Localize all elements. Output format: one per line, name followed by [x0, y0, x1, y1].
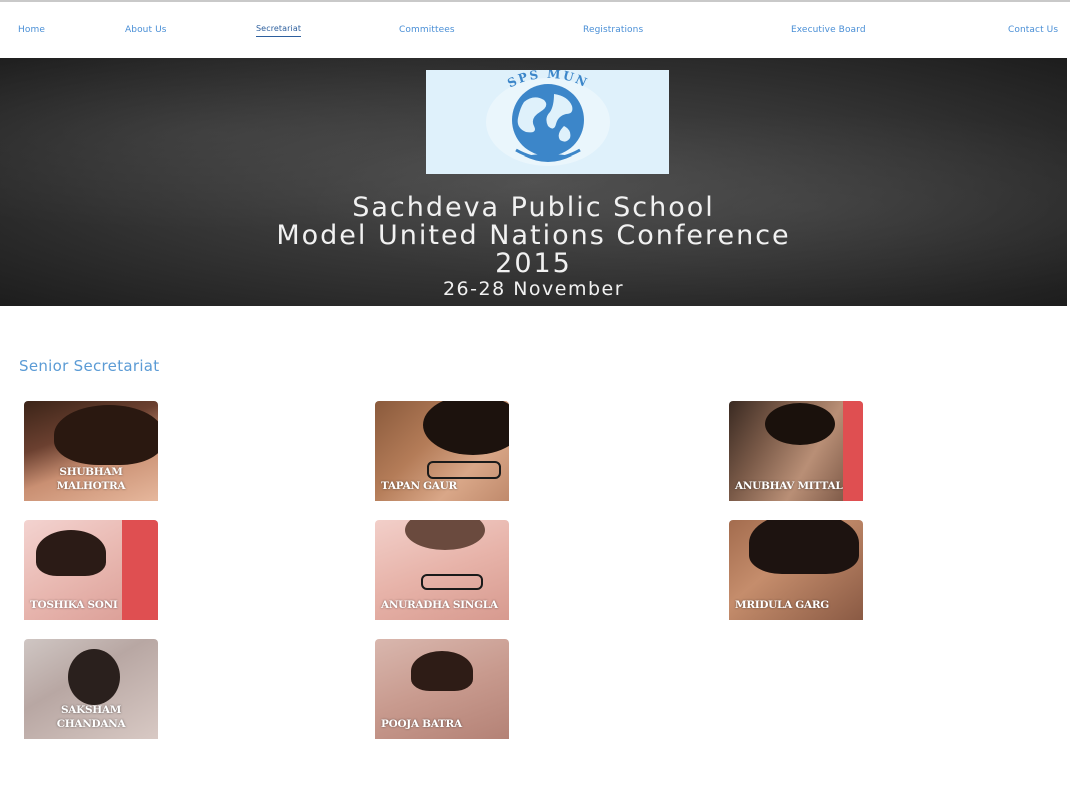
nav-about-us[interactable]: About Us	[125, 25, 167, 35]
nav-committees[interactable]: Committees	[399, 25, 455, 35]
nav-registrations[interactable]: Registrations	[583, 25, 643, 35]
banner-conference-name: Model United Nations Conference	[276, 220, 791, 251]
member-card[interactable]: TOSHIKA SONI	[24, 520, 158, 620]
member-card[interactable]: ANUBHAV MITTAL	[729, 401, 863, 501]
member-card[interactable]: SHUBHAM MALHOTRA	[24, 401, 158, 501]
member-card[interactable]: ANURADHA SINGLA	[375, 520, 509, 620]
section-heading: Senior Secretariat	[19, 357, 160, 375]
member-name: ANUBHAV MITTAL	[735, 480, 843, 492]
main-nav: Home About Us Secretariat Committees Reg…	[0, 2, 1070, 58]
nav-executive-board[interactable]: Executive Board	[791, 25, 866, 35]
member-card[interactable]: SAKSHAM CHANDANA	[24, 639, 158, 739]
member-card[interactable]: POOJA BATRA	[375, 639, 509, 739]
member-name: MRIDULA GARG	[735, 599, 829, 611]
member-name: TAPAN GAUR	[381, 480, 457, 492]
member-name: SAKSHAM CHANDANA	[56, 704, 126, 730]
member-name: ANURADHA SINGLA	[381, 599, 498, 611]
member-name: SHUBHAM MALHOTRA	[56, 466, 126, 492]
nav-home[interactable]: Home	[18, 25, 45, 35]
member-card[interactable]: MRIDULA GARG	[729, 520, 863, 620]
sps-mun-logo: SPS MUN	[426, 70, 669, 174]
nav-contact-us[interactable]: Contact Us	[1008, 25, 1058, 35]
hero-banner: SPS MUN Sachdeva Public School Model Uni…	[0, 58, 1067, 306]
banner-dates: 26-28 November	[442, 278, 625, 300]
member-card[interactable]: TAPAN GAUR	[375, 401, 509, 501]
banner-year: 2015	[495, 248, 572, 279]
banner-school-name: Sachdeva Public School	[352, 192, 715, 223]
nav-secretariat[interactable]: Secretariat	[256, 24, 302, 37]
member-name: POOJA BATRA	[381, 718, 462, 730]
member-name: TOSHIKA SONI	[30, 599, 118, 611]
